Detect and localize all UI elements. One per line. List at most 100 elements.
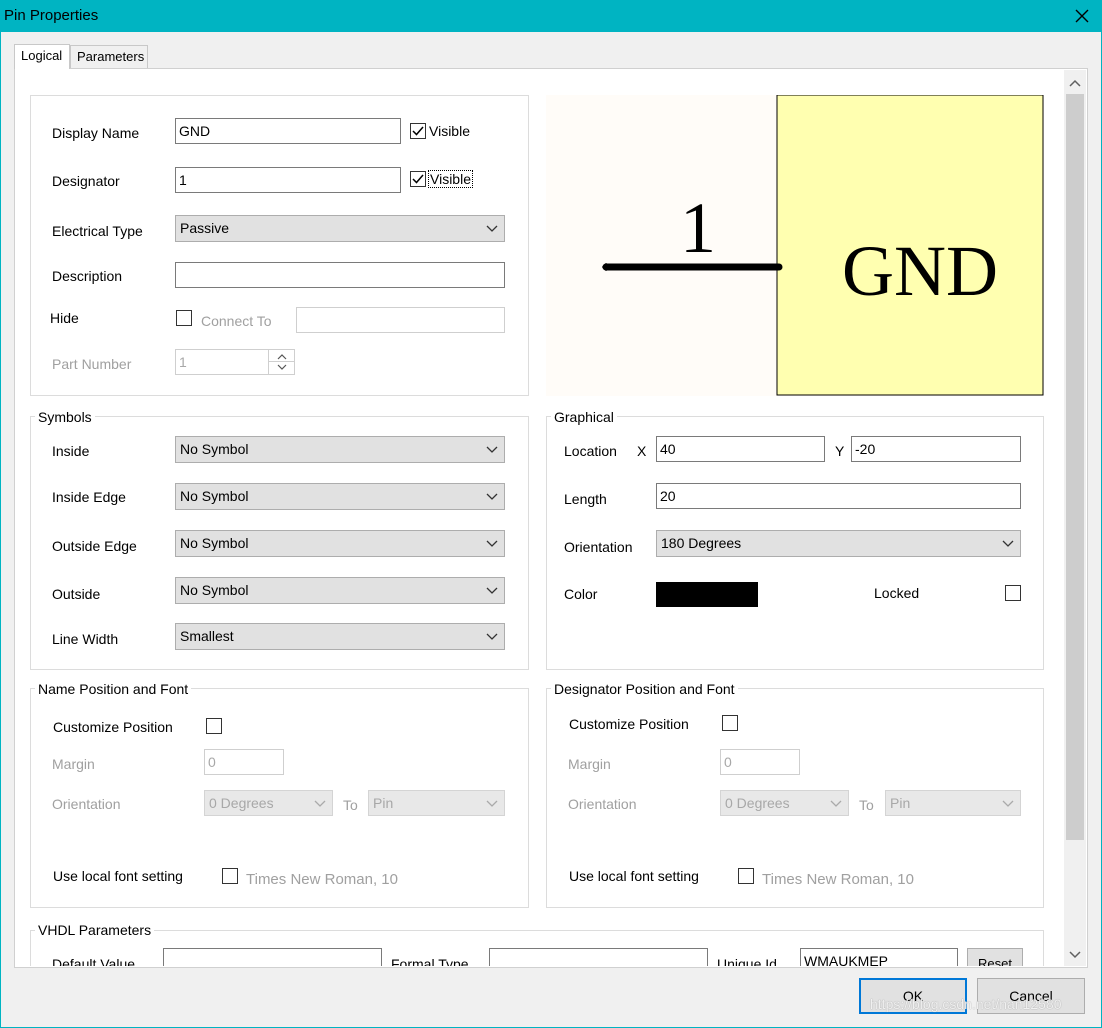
hide-label: Hide	[50, 310, 79, 326]
pin-preview: 1 GND	[546, 94, 1044, 396]
scroll-up-button[interactable]	[1064, 72, 1086, 94]
display-name-visible-label: Visible	[429, 123, 470, 139]
designator-local-font-label: Use local font setting	[569, 868, 699, 884]
chevron-down-icon	[486, 540, 498, 547]
outside-symbol-select[interactable]: No Symbol	[175, 577, 505, 604]
designator-input[interactable]: 1	[175, 167, 401, 193]
checkmark-icon	[412, 126, 424, 136]
inside-symbol-select[interactable]: No Symbol	[175, 436, 505, 463]
part-number-value: 1	[179, 354, 187, 370]
designator-visible-label: Visible	[428, 170, 473, 188]
designator-to-select[interactable]: Pin	[885, 790, 1021, 816]
chevron-down-icon	[486, 225, 498, 232]
name-to-label: To	[343, 797, 358, 813]
length-input[interactable]: 20	[656, 483, 1021, 509]
hide-checkbox[interactable]	[176, 310, 192, 326]
line-width-label: Line Width	[52, 631, 119, 647]
chevron-down-icon	[1002, 540, 1014, 547]
description-input[interactable]	[175, 262, 505, 288]
display-name-label: Display Name	[52, 125, 140, 141]
formal-type-label: Formal Type	[391, 956, 469, 966]
default-value-input[interactable]	[163, 948, 382, 966]
line-width-select[interactable]: Smallest	[175, 623, 505, 650]
color-label: Color	[564, 586, 598, 602]
length-label: Length	[564, 491, 607, 507]
name-local-font-checkbox[interactable]	[222, 868, 238, 884]
name-font-value: Times New Roman, 10	[246, 871, 398, 888]
scroll-down-button[interactable]	[1064, 944, 1086, 966]
designator-to-label: To	[859, 797, 874, 813]
orientation-select[interactable]: 180 Degrees	[656, 530, 1021, 557]
vhdl-parameters-title: VHDL Parameters	[35, 922, 155, 938]
designator-margin-label: Margin	[568, 756, 611, 772]
unique-id-label: Unique Id	[717, 956, 777, 966]
orientation-label: Orientation	[564, 539, 633, 555]
designator-margin-input[interactable]: 0	[720, 749, 800, 775]
display-name-input[interactable]: GND	[175, 118, 401, 144]
electrical-type-select[interactable]: Passive	[175, 215, 505, 242]
chevron-down-icon	[486, 587, 498, 594]
name-customize-position-checkbox[interactable]	[206, 718, 222, 734]
location-x-label: X	[637, 443, 647, 459]
inside-edge-symbol-select[interactable]: No Symbol	[175, 483, 505, 510]
inside-label: Inside	[52, 443, 90, 459]
name-customize-position-label: Customize Position	[53, 719, 173, 735]
designator-position-font-title: Designator Position and Font	[551, 681, 738, 697]
part-number-input[interactable]: 1	[175, 349, 295, 375]
vertical-scrollbar[interactable]	[1064, 70, 1086, 966]
display-name-visible-checkbox[interactable]	[410, 123, 426, 139]
location-x-input[interactable]: 40	[656, 436, 825, 462]
checkmark-icon	[412, 174, 424, 184]
symbols-title: Symbols	[35, 409, 95, 425]
designator-customize-position-checkbox[interactable]	[722, 715, 738, 731]
designator-orientation-select[interactable]: 0 Degrees	[720, 790, 849, 816]
outside-edge-label: Outside Edge	[52, 538, 137, 554]
pin-name-text: GND	[842, 231, 998, 311]
reset-button[interactable]: Reset	[967, 948, 1023, 966]
location-y-input[interactable]: -20	[851, 436, 1021, 462]
chevron-down-icon	[1069, 951, 1081, 959]
tab-logical[interactable]: Logical	[14, 44, 70, 69]
line-width-value: Smallest	[180, 628, 234, 644]
inside-symbol-value: No Symbol	[180, 441, 249, 457]
name-margin-label: Margin	[52, 756, 95, 772]
designator-orientation-value: 0 Degrees	[725, 795, 790, 811]
formal-type-input[interactable]	[489, 948, 708, 966]
chevron-down-icon	[1002, 800, 1014, 807]
chevron-down-icon	[314, 800, 326, 807]
description-label: Description	[52, 268, 123, 284]
close-button[interactable]	[1062, 0, 1102, 32]
designator-to-value: Pin	[890, 795, 911, 811]
default-value-label: Default Value	[52, 956, 136, 966]
electrical-type-label: Electrical Type	[52, 223, 143, 239]
chevron-down-icon	[486, 633, 498, 640]
tab-parameters[interactable]: Parameters	[70, 45, 148, 69]
inside-edge-symbol-value: No Symbol	[180, 488, 249, 504]
chevron-down-icon	[486, 446, 498, 453]
chevron-down-icon	[830, 800, 842, 807]
inside-edge-label: Inside Edge	[52, 489, 126, 505]
outside-edge-symbol-select[interactable]: No Symbol	[175, 530, 505, 557]
name-position-font-title: Name Position and Font	[35, 681, 192, 697]
color-swatch[interactable]	[656, 582, 758, 607]
name-orientation-select[interactable]: 0 Degrees	[204, 790, 333, 816]
spin-up-icon	[277, 354, 287, 360]
spin-down-icon	[277, 364, 287, 370]
designator-local-font-checkbox[interactable]	[738, 868, 754, 884]
name-margin-input[interactable]: 0	[204, 749, 284, 775]
orientation-value: 180 Degrees	[661, 535, 742, 551]
part-number-spinner[interactable]	[268, 350, 294, 374]
connect-to-input[interactable]	[296, 307, 505, 333]
locked-label: Locked	[874, 585, 920, 601]
outside-symbol-value: No Symbol	[180, 582, 249, 598]
unique-id-input[interactable]: WMAUKMEP	[800, 948, 958, 966]
designator-orientation-label: Orientation	[568, 796, 637, 812]
watermark-text: https://blog.csdn.net/nan12580	[870, 996, 1062, 1012]
name-to-select[interactable]: Pin	[368, 790, 505, 816]
window-title: Pin Properties	[4, 7, 99, 24]
vhdl-clip-region: VHDL Parameters Default Value Formal Typ…	[15, 920, 1063, 966]
locked-checkbox[interactable]	[1005, 585, 1021, 601]
chevron-up-icon	[1069, 79, 1081, 87]
scroll-thumb[interactable]	[1066, 94, 1084, 840]
designator-visible-checkbox[interactable]	[410, 171, 426, 187]
